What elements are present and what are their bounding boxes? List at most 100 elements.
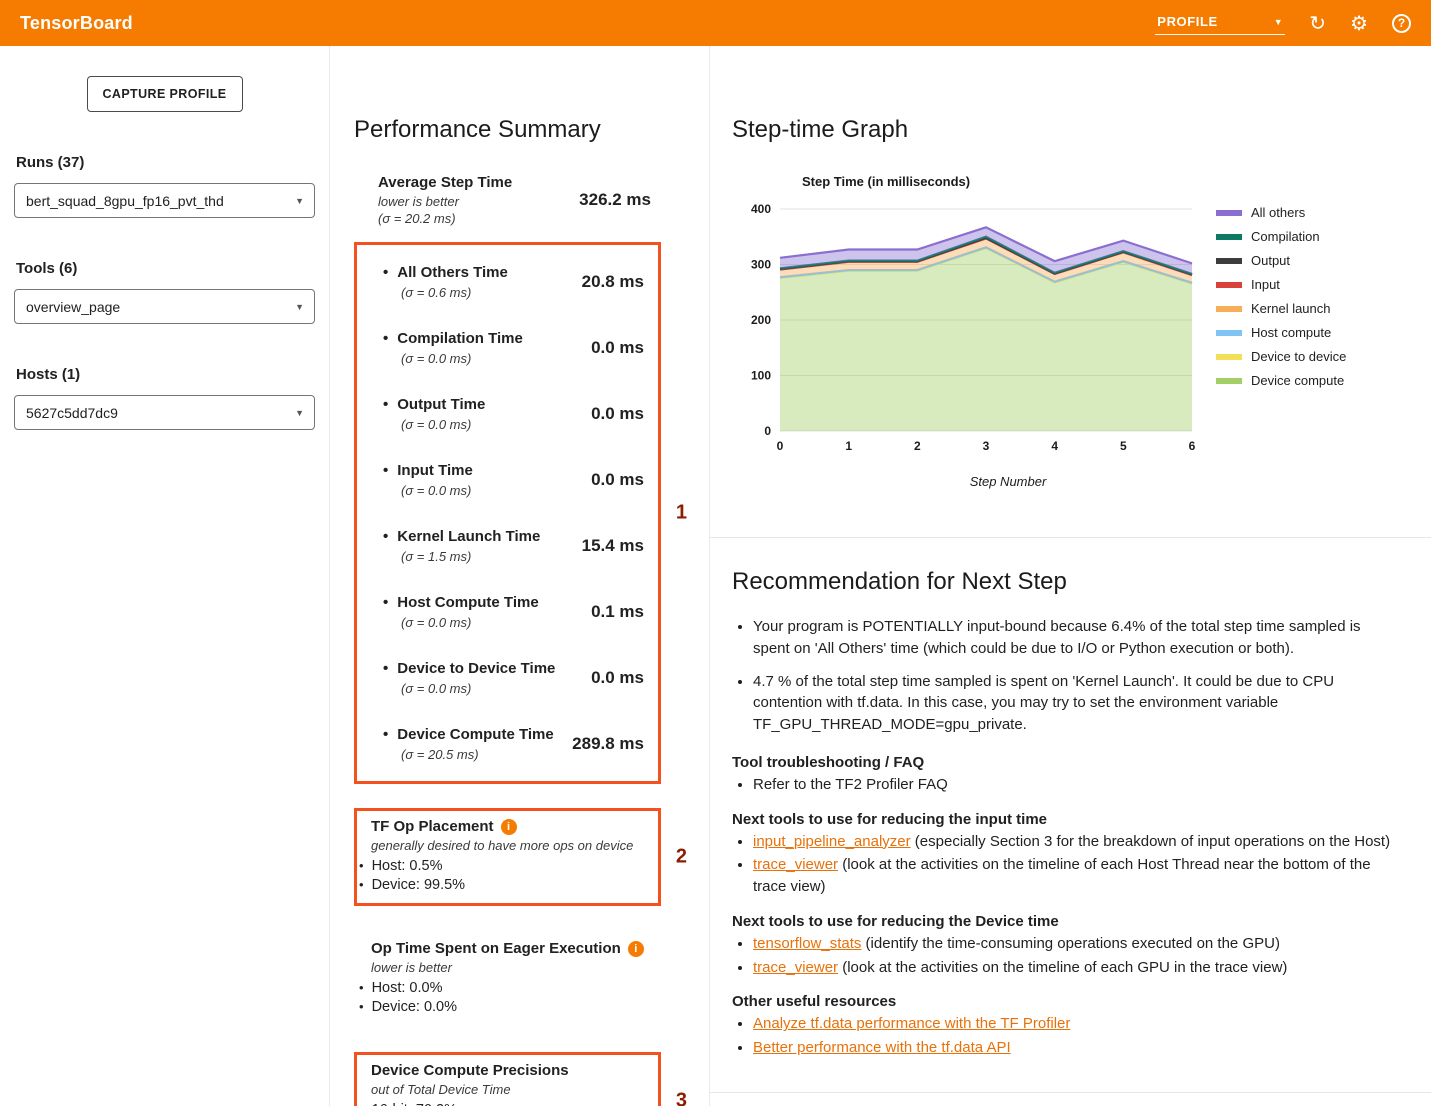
chevron-down-icon: ▼: [295, 408, 304, 418]
info-icon[interactable]: i: [628, 941, 644, 957]
recommendation-text: (especially Section 3 for the breakdown …: [911, 833, 1390, 850]
block-bullet-list: •Host: 0.5%•Device: 99.5%: [359, 856, 652, 894]
performance-summary-title: Performance Summary: [354, 116, 709, 144]
metric-left: •Host Compute Time(σ = 0.0 ms): [383, 594, 591, 630]
tools-select[interactable]: overview_page ▼: [14, 289, 315, 324]
legend-swatch: [1216, 354, 1242, 360]
metric-sigma: (σ = 0.6 ms): [401, 285, 582, 300]
metric-name: Host Compute Time: [397, 594, 538, 611]
metric-left: •Input Time(σ = 0.0 ms): [383, 462, 591, 498]
recommendation-link[interactable]: Better performance with the tf.data API: [753, 1039, 1011, 1056]
metric-name: Compilation Time: [397, 330, 523, 347]
recommendation-bullets: Your program is POTENTIALLY input-bound …: [732, 616, 1397, 736]
legend-label: Device to device: [1251, 349, 1346, 364]
metric-value: 326.2 ms: [579, 190, 651, 210]
dashboard-select[interactable]: PROFILE ▼: [1155, 11, 1285, 35]
legend-swatch: [1216, 234, 1242, 240]
block-title: Device Compute Precisions: [371, 1062, 569, 1079]
metric-name: Kernel Launch Time: [397, 528, 540, 545]
recommendation-section: Recommendation for Next Step Your progra…: [710, 538, 1431, 1059]
metric-name-line: •Compilation Time: [383, 330, 591, 347]
chevron-down-icon: ▼: [295, 302, 304, 312]
legend-swatch: [1216, 378, 1242, 384]
hosts-select[interactable]: 5627c5dd7dc9 ▼: [14, 395, 315, 430]
block-bullet-item: •Host: 0.0%: [359, 978, 652, 997]
recommendation-item: tensorflow_stats (identify the time-cons…: [753, 933, 1397, 955]
recommendation-link[interactable]: input_pipeline_analyzer: [753, 833, 911, 850]
block-bullet-text: Host: 0.5%: [372, 858, 443, 874]
metric-sigma: (σ = 0.0 ms): [401, 483, 591, 498]
stat-block: Op Time Spent on Eager Executioni lower i…: [357, 933, 658, 1025]
metric-name: Device to Device Time: [397, 660, 555, 677]
gear-icon[interactable]: ⚙: [1350, 13, 1368, 33]
capture-profile-button[interactable]: CAPTURE PROFILE: [87, 76, 243, 112]
legend-item: Input: [1216, 277, 1346, 292]
svg-text:400: 400: [751, 202, 771, 216]
recommendation-link[interactable]: trace_viewer: [753, 856, 838, 873]
metric-left: •Compilation Time(σ = 0.0 ms): [383, 330, 591, 366]
chart-title: Step Time (in milliseconds): [802, 174, 1431, 189]
metric-name: Device Compute Time: [397, 726, 553, 743]
metric-note: lower is better: [378, 194, 579, 209]
metric-row: •Device Compute Time(σ = 20.5 ms)289.8 m…: [381, 711, 646, 777]
annotation-number: 3: [676, 1090, 687, 1106]
block-bullet-list: •16-bit: 70.2%•32-bit: 29.8%: [359, 1100, 652, 1106]
annotation-number: 1: [676, 502, 687, 525]
bullet-icon: •: [383, 264, 388, 281]
annotation-box-1: •All Others Time(σ = 0.6 ms)20.8 ms•Comp…: [354, 242, 661, 784]
block-note: lower is better: [371, 960, 652, 975]
info-icon[interactable]: i: [501, 819, 517, 835]
recommendation-link[interactable]: trace_viewer: [753, 959, 838, 976]
recommendation-subsections: Tool troubleshooting / FAQRefer to the T…: [732, 754, 1397, 1059]
recommendation-text: (identify the time-consuming operations …: [861, 935, 1280, 952]
help-icon[interactable]: ?: [1392, 14, 1411, 33]
svg-text:5: 5: [1120, 439, 1127, 453]
block-bullet-item: •Host: 0.5%: [359, 856, 652, 875]
bullet-icon: •: [383, 660, 388, 677]
recommendation-item: Refer to the TF2 Profiler FAQ: [753, 774, 1397, 796]
metric-name-line: • Kernel Launch Time: [383, 528, 582, 545]
recommendation-title: Recommendation for Next Step: [732, 568, 1397, 596]
runs-select[interactable]: bert_squad_8gpu_fp16_pvt_thd ▼: [14, 183, 315, 218]
recommendation-heading: Next tools to use for reducing the input…: [732, 811, 1397, 828]
recommendation-list: input_pipeline_analyzer (especially Sect…: [732, 831, 1397, 898]
recommendation-list: tensorflow_stats (identify the time-cons…: [732, 933, 1397, 979]
block-bullet-item: •16-bit: 70.2%: [359, 1100, 652, 1106]
legend-swatch: [1216, 282, 1242, 288]
legend-swatch: [1216, 330, 1242, 336]
chart-row: 01002003004000123456 All othersCompilati…: [732, 199, 1431, 470]
svg-text:1: 1: [845, 439, 852, 453]
metric-row: •Kernel Launch Time(σ = 1.5 ms)15.4 ms: [381, 513, 646, 579]
legend-swatch: [1216, 258, 1242, 264]
metric-sigma: (σ = 1.5 ms): [401, 549, 582, 564]
recommendation-link[interactable]: Analyze tf.data performance with the TF …: [753, 1015, 1070, 1032]
svg-text:300: 300: [751, 258, 771, 272]
recommendation-bullet: Your program is POTENTIALLY input-bound …: [753, 616, 1397, 660]
metric-name-line: •Device Compute Time: [383, 726, 572, 743]
svg-text:3: 3: [983, 439, 990, 453]
bullet-icon: •: [383, 528, 388, 545]
recommendation-heading: Other useful resources: [732, 993, 1397, 1010]
svg-text:2: 2: [914, 439, 921, 453]
block-title-line: TF Op Placementi: [371, 818, 652, 835]
block-title-line: Op Time Spent on Eager Executioni: [371, 940, 652, 957]
legend-label: Kernel launch: [1251, 301, 1331, 316]
annotation-box-2: TF Op Placementigenerally desired to hav…: [354, 808, 661, 906]
hosts-label: Hosts (1): [16, 366, 315, 383]
chart-legend: All othersCompilationOutputInputKernel l…: [1216, 205, 1346, 388]
legend-swatch: [1216, 210, 1242, 216]
header-actions: PROFILE ▼ ↻ ⚙ ?: [1155, 11, 1411, 35]
bullet-icon: •: [359, 1102, 364, 1106]
reload-icon[interactable]: ↻: [1309, 13, 1326, 33]
svg-text:6: 6: [1189, 439, 1196, 453]
recommendation-item: input_pipeline_analyzer (especially Sect…: [753, 831, 1397, 853]
metric-sigma: (σ = 0.0 ms): [401, 615, 591, 630]
stat-block: TF Op Placementigenerally desired to hav…: [357, 811, 658, 903]
recommendation-item: trace_viewer (look at the activities on …: [753, 957, 1397, 979]
block-bullet-list: •Host: 0.0%•Device: 0.0%: [359, 978, 652, 1016]
dashboard-select-value: PROFILE: [1157, 14, 1218, 29]
metric-value: 0.0 ms: [591, 338, 644, 358]
metric-row: •Device to Device Time(σ = 0.0 ms)0.0 ms: [381, 645, 646, 711]
recommendation-link[interactable]: tensorflow_stats: [753, 935, 861, 952]
chart-x-axis-label: Step Number: [802, 474, 1214, 489]
